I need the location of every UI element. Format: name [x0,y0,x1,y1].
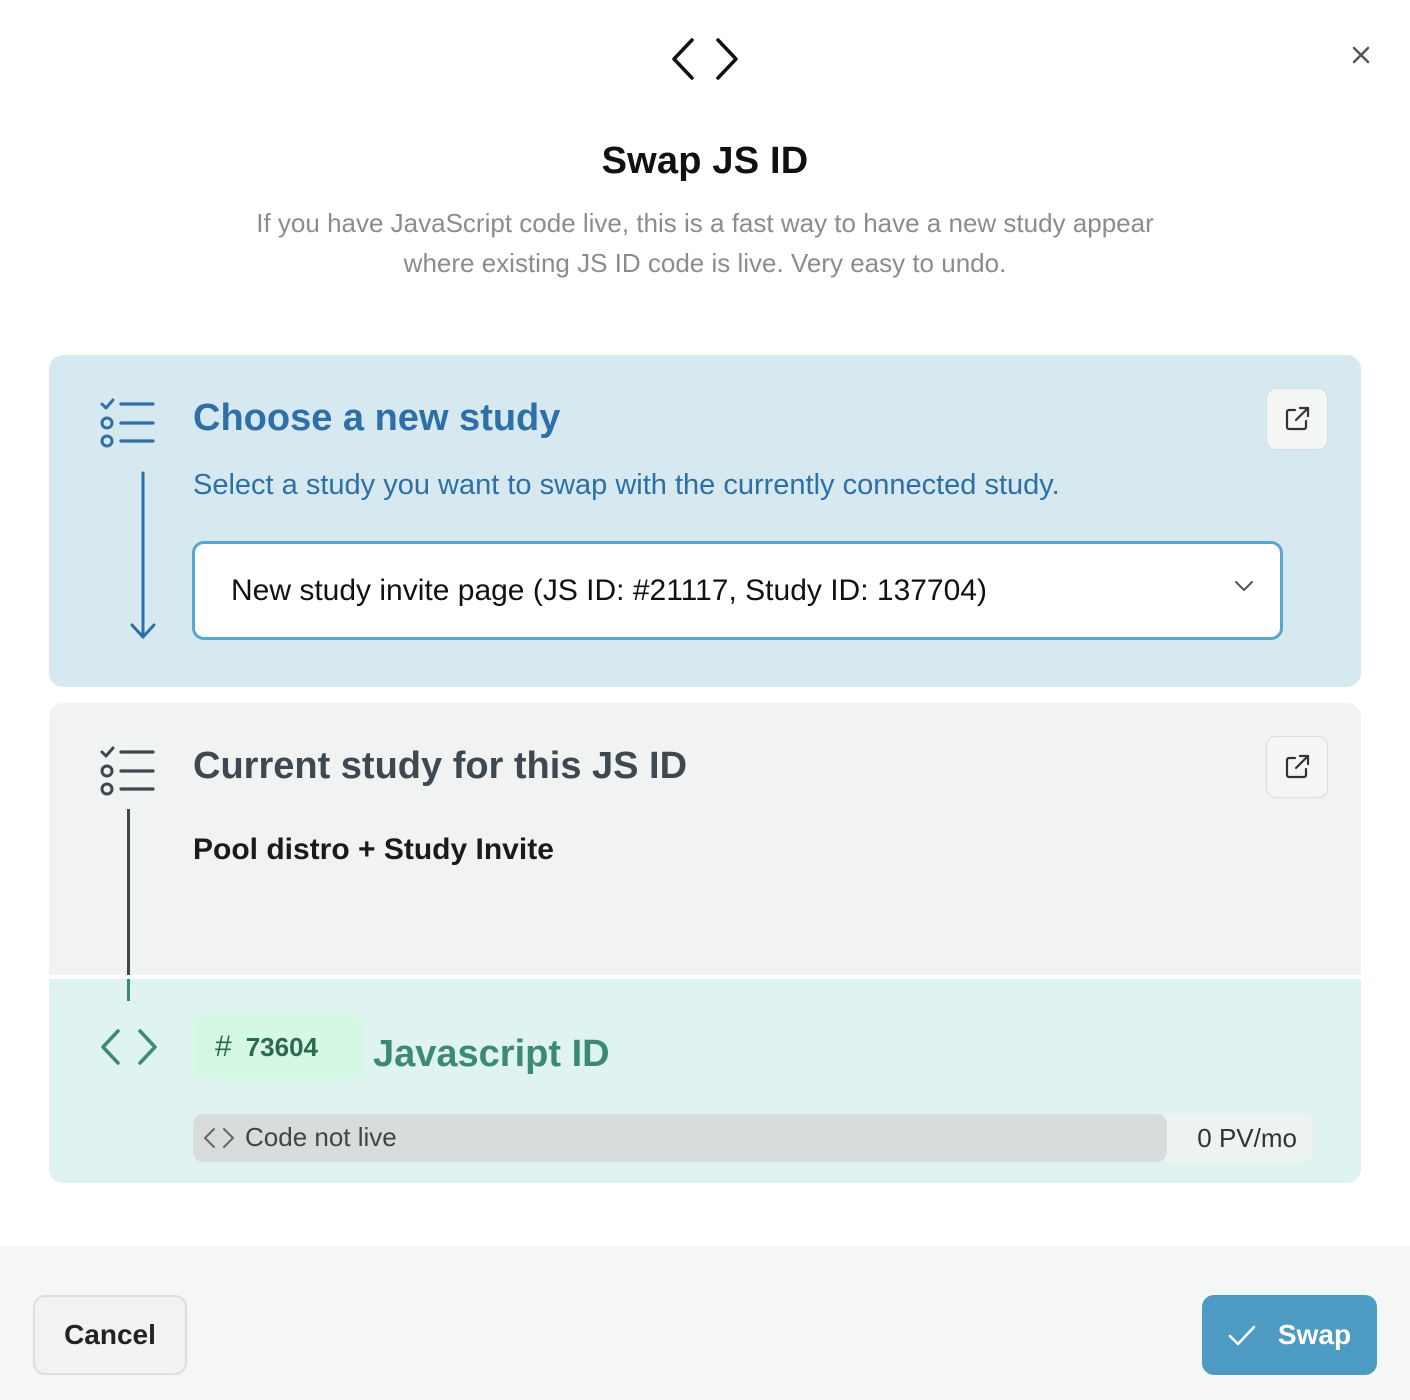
close-icon [1352,46,1370,64]
swap-js-id-dialog: Swap JS ID If you have JavaScript code l… [0,0,1410,1400]
check-icon [1228,1325,1256,1346]
study-select[interactable]: New study invite page (JS ID: #21117, St… [192,541,1283,640]
subtitle-line-1: If you have JavaScript code live, this i… [256,208,1154,238]
close-button[interactable] [1344,38,1378,72]
checklist-icon [99,397,155,449]
connector-line [127,809,130,975]
dialog-footer: Cancel Swap [0,1246,1410,1400]
new-study-description: Select a study you want to swap with the… [193,469,1060,501]
new-study-card: Choose a new study Select a study you wa… [49,355,1361,687]
new-study-title: Choose a new study [193,397,561,439]
javascript-id-title: Javascript ID [373,1033,610,1075]
external-link-icon [1285,754,1310,779]
study-select-value: New study invite page (JS ID: #21117, St… [231,573,987,607]
new-study-open-button[interactable] [1266,388,1328,450]
connector-line [127,979,130,1001]
code-brackets-icon [670,36,740,82]
pageviews-text: 0 PV/mo [1197,1123,1297,1153]
code-live-status-bar: Code not live 0 PV/mo [193,1114,1313,1162]
external-link-icon [1285,406,1310,431]
hash-symbol: # [215,1030,232,1063]
cancel-button[interactable]: Cancel [33,1295,187,1375]
swap-button-label: Swap [1277,1319,1352,1350]
current-study-open-button[interactable] [1266,736,1328,798]
code-brackets-icon [204,1128,234,1148]
js-id-badge: # 73604 [193,1015,362,1079]
chevron-down-icon [1235,581,1253,591]
subtitle-line-2: where existing JS ID code is live. Very … [403,248,1007,278]
javascript-id-card: # 73604 Javascript ID Code not live 0 PV… [49,979,1361,1183]
current-study-title: Current study for this JS ID [193,745,688,787]
dialog-title: Swap JS ID [601,140,809,182]
current-study-card: Current study for this JS ID Pool distro… [49,703,1361,975]
current-study-name: Pool distro + Study Invite [193,833,554,866]
code-status-text: Code not live [245,1122,397,1152]
down-arrow-icon [130,471,156,639]
js-id-value: 73604 [245,1031,318,1062]
checklist-icon [99,745,155,797]
code-brackets-icon [99,1027,161,1067]
swap-button[interactable]: Swap [1202,1295,1377,1375]
dialog-subtitle: If you have JavaScript code live, this i… [205,203,1205,283]
